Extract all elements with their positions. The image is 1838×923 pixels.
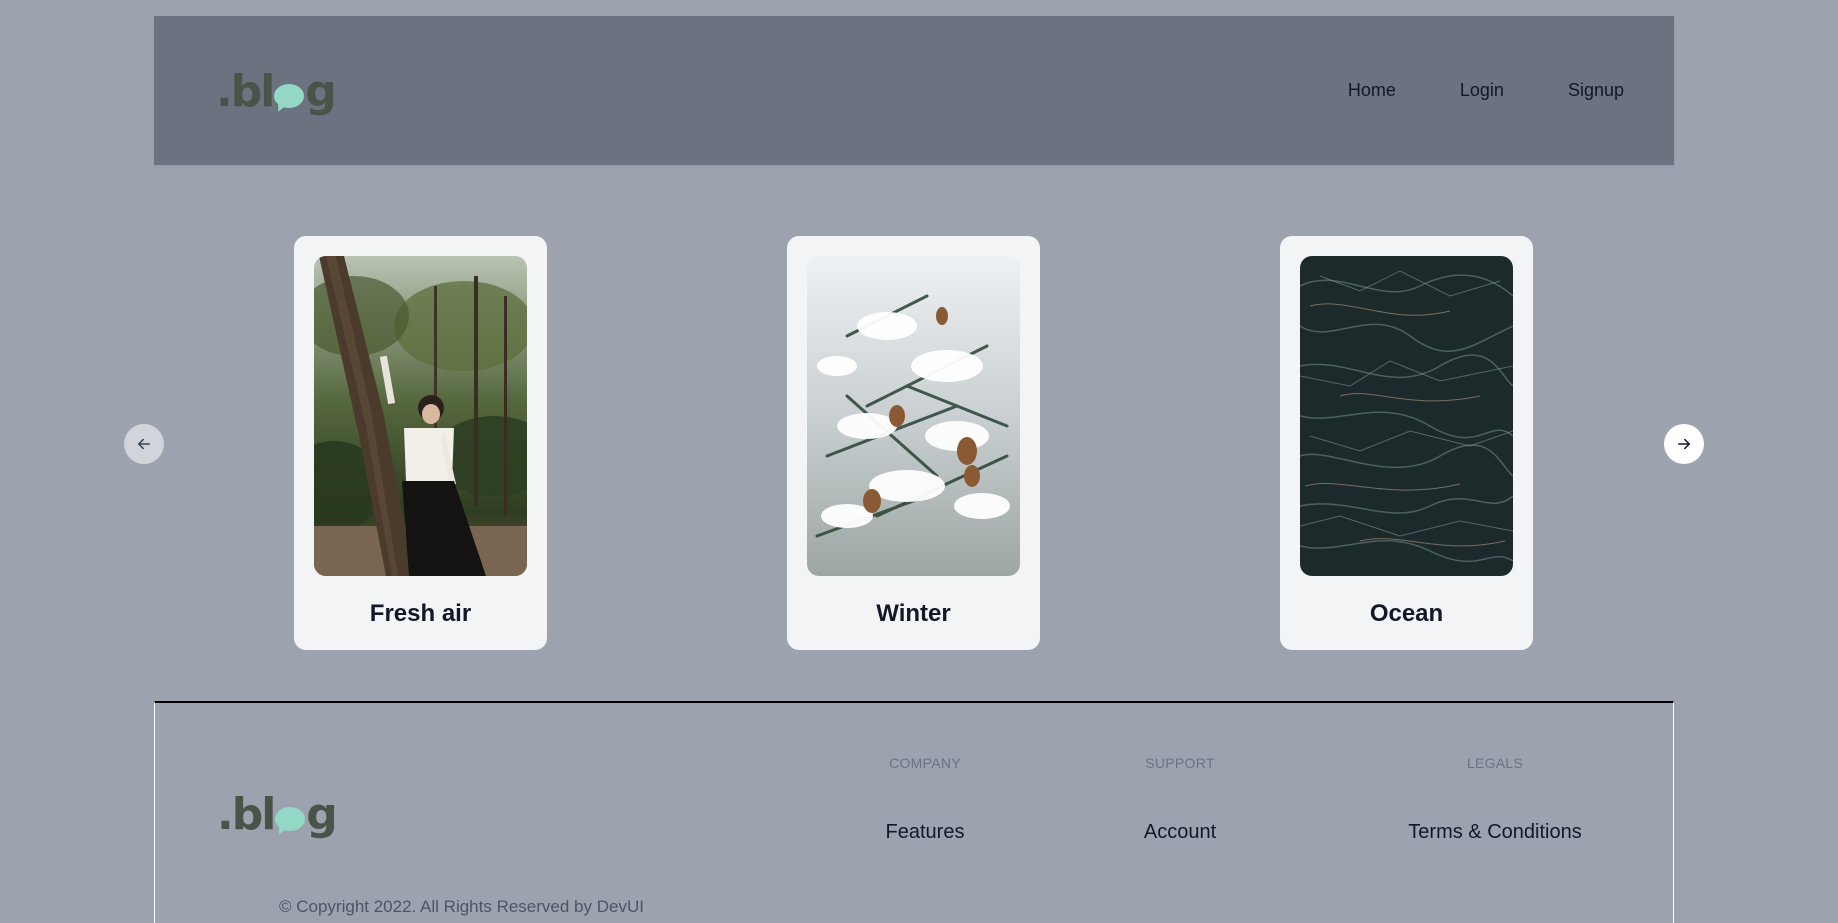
footer-link-terms[interactable]: Terms & Conditions: [1385, 821, 1605, 844]
site-header: .bl g Home Login Signup: [154, 16, 1674, 165]
ocean-image: [1300, 256, 1513, 576]
footer-link-features[interactable]: Features: [870, 821, 980, 844]
card-title: Fresh air: [369, 600, 472, 627]
speech-bubble-icon: [274, 84, 305, 108]
nav-signup-link[interactable]: Signup: [1568, 80, 1624, 101]
footer-column-company: COMPANY Features: [870, 755, 980, 844]
logo-text-prefix: .bl: [217, 789, 276, 840]
main-nav: Home Login Signup: [1348, 16, 1624, 165]
nav-home-link[interactable]: Home: [1348, 80, 1396, 101]
footer-column-legals: LEGALS Terms & Conditions: [1385, 755, 1605, 844]
footer-heading: COMPANY: [889, 755, 961, 771]
footer-logo[interactable]: .bl g: [217, 789, 338, 840]
arrow-right-icon: [1678, 438, 1690, 450]
site-logo[interactable]: .bl g: [216, 66, 337, 117]
card-title: Ocean: [1369, 600, 1444, 627]
logo-text-suffix: g: [306, 789, 337, 840]
logo-text-suffix: g: [305, 66, 336, 117]
arrow-left-icon: [138, 438, 150, 450]
carousel-card-winter[interactable]: Winter: [787, 236, 1040, 650]
carousel-card-ocean[interactable]: Ocean: [1280, 236, 1533, 650]
footer-heading: LEGALS: [1466, 755, 1524, 771]
speech-bubble-icon: [275, 807, 306, 831]
carousel-next-button[interactable]: [1664, 424, 1704, 464]
carousel-card-fresh-air[interactable]: Fresh air: [294, 236, 547, 650]
logo-text-prefix: .bl: [216, 66, 275, 117]
site-footer: .bl g COMPANY Features SUPPORT Account LE…: [154, 701, 1674, 923]
footer-link-account[interactable]: Account: [1125, 821, 1235, 844]
copyright-text: © Copyright 2022. All Rights Reserved by…: [279, 897, 644, 916]
fresh-air-image: [314, 256, 527, 576]
nav-login-link[interactable]: Login: [1460, 80, 1504, 101]
footer-column-support: SUPPORT Account: [1125, 755, 1235, 844]
carousel-prev-button[interactable]: [124, 424, 164, 464]
winter-image: [807, 256, 1020, 576]
footer-heading: SUPPORT: [1145, 755, 1215, 771]
card-title: Winter: [876, 600, 951, 627]
